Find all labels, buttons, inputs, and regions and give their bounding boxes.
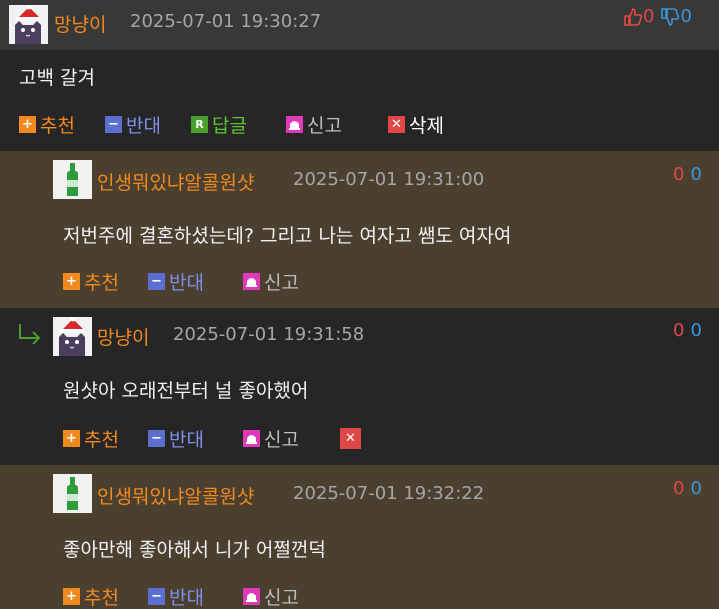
comment-recommend-button[interactable]: + 추천 — [63, 425, 119, 451]
reply-r-icon: R — [191, 115, 208, 133]
comment-item: 망냥이 2025-07-01 19:31:58 0 0 원샷아 오래전부터 널 … — [0, 308, 719, 465]
comment-down-count[interactable]: 0 — [690, 320, 701, 341]
comment-content: 원샷아 오래전부터 널 좋아했어 — [63, 380, 309, 402]
comment-votes: 0 0 — [673, 320, 702, 341]
plus-icon: + — [63, 587, 80, 605]
minus-icon: − — [148, 429, 165, 447]
comment-delete-button[interactable]: ✕ — [340, 425, 365, 451]
comment-nickname[interactable]: 인생뭐있냐알콜원샷 — [97, 168, 254, 195]
comment-actions: + 추천 − 반대 신고 — [63, 268, 363, 294]
siren-icon — [243, 272, 260, 290]
minus-icon: − — [148, 587, 165, 605]
comment-oppose-button[interactable]: − 반대 — [148, 583, 204, 609]
post-nickname[interactable]: 망냥이 — [54, 10, 106, 37]
post-actions: + 추천 − 반대 R 답글 신고 ✕ 삭제 — [19, 111, 479, 137]
siren-icon — [243, 429, 260, 447]
soju-bottle-avatar-icon[interactable] — [53, 160, 92, 199]
comment-item: 인생뭐있냐알콜원샷 2025-07-01 19:31:00 0 0 저번주에 결… — [0, 151, 719, 308]
comment-down-count[interactable]: 0 — [690, 164, 701, 185]
post-body: 고백 갈겨 + 추천 − 반대 R 답글 신고 ✕ 삭제 — [0, 50, 719, 151]
comment-down-count[interactable]: 0 — [690, 478, 701, 499]
close-icon: ✕ — [388, 115, 405, 133]
siren-icon — [243, 587, 260, 605]
comment-timestamp: 2025-07-01 19:31:00 — [293, 169, 485, 190]
comment-report-button[interactable]: 신고 — [243, 268, 299, 294]
thumbs-up-icon[interactable] — [623, 7, 643, 27]
post-timestamp: 2025-07-01 19:30:27 — [130, 11, 322, 32]
comment-up-count[interactable]: 0 — [673, 478, 684, 499]
post-oppose-button[interactable]: − 반대 — [105, 111, 161, 137]
post-content: 고백 갈겨 — [19, 67, 95, 89]
cat-santa-avatar-icon[interactable] — [53, 317, 92, 356]
minus-icon: − — [148, 272, 165, 290]
post-report-button[interactable]: 신고 — [286, 111, 342, 137]
comment-votes: 0 0 — [673, 164, 702, 185]
comment-item: 인생뭐있냐알콜원샷 2025-07-01 19:32:22 0 0 좋아만해 좋… — [0, 465, 719, 609]
plus-icon: + — [19, 115, 36, 133]
post-up-count: 0 — [643, 6, 655, 27]
comment-votes: 0 0 — [673, 478, 702, 499]
comment-up-count[interactable]: 0 — [673, 320, 684, 341]
siren-icon — [286, 115, 303, 133]
minus-icon: − — [105, 115, 122, 133]
comment-content: 좋아만해 좋아해서 니가 어쩔껀덕 — [63, 539, 326, 561]
soju-bottle-avatar-icon[interactable] — [53, 474, 92, 513]
cat-santa-avatar-icon[interactable] — [9, 5, 48, 44]
post-recommend-button[interactable]: + 추천 — [19, 111, 75, 137]
comment-nickname[interactable]: 인생뭐있냐알콜원샷 — [97, 482, 254, 509]
comment-oppose-button[interactable]: − 반대 — [148, 268, 204, 294]
comment-actions: + 추천 − 반대 신고 — [63, 583, 363, 609]
comment-report-button[interactable]: 신고 — [243, 425, 299, 451]
comment-recommend-button[interactable]: + 추천 — [63, 268, 119, 294]
thumbs-down-icon[interactable] — [660, 7, 680, 27]
comment-nickname[interactable]: 망냥이 — [97, 323, 149, 350]
comment-report-button[interactable]: 신고 — [243, 583, 299, 609]
post-reply-button[interactable]: R 답글 — [191, 111, 247, 137]
plus-icon: + — [63, 272, 80, 290]
reply-arrow-icon — [19, 324, 41, 344]
comment-timestamp: 2025-07-01 19:31:58 — [173, 324, 365, 345]
post-votes: 0 0 — [623, 6, 692, 27]
plus-icon: + — [63, 429, 80, 447]
post-down-count: 0 — [680, 6, 692, 27]
comment-recommend-button[interactable]: + 추천 — [63, 583, 119, 609]
comment-content: 저번주에 결혼하셨는데? 그리고 나는 여자고 쌤도 여자여 — [63, 225, 512, 247]
post-delete-button[interactable]: ✕ 삭제 — [388, 111, 444, 137]
comment-timestamp: 2025-07-01 19:32:22 — [293, 483, 485, 504]
comment-oppose-button[interactable]: − 반대 — [148, 425, 204, 451]
comment-up-count[interactable]: 0 — [673, 164, 684, 185]
post-header: 망냥이 2025-07-01 19:30:27 0 0 — [0, 0, 719, 50]
close-icon: ✕ — [340, 427, 361, 449]
comment-actions: + 추천 − 반대 신고 ✕ — [63, 425, 383, 451]
